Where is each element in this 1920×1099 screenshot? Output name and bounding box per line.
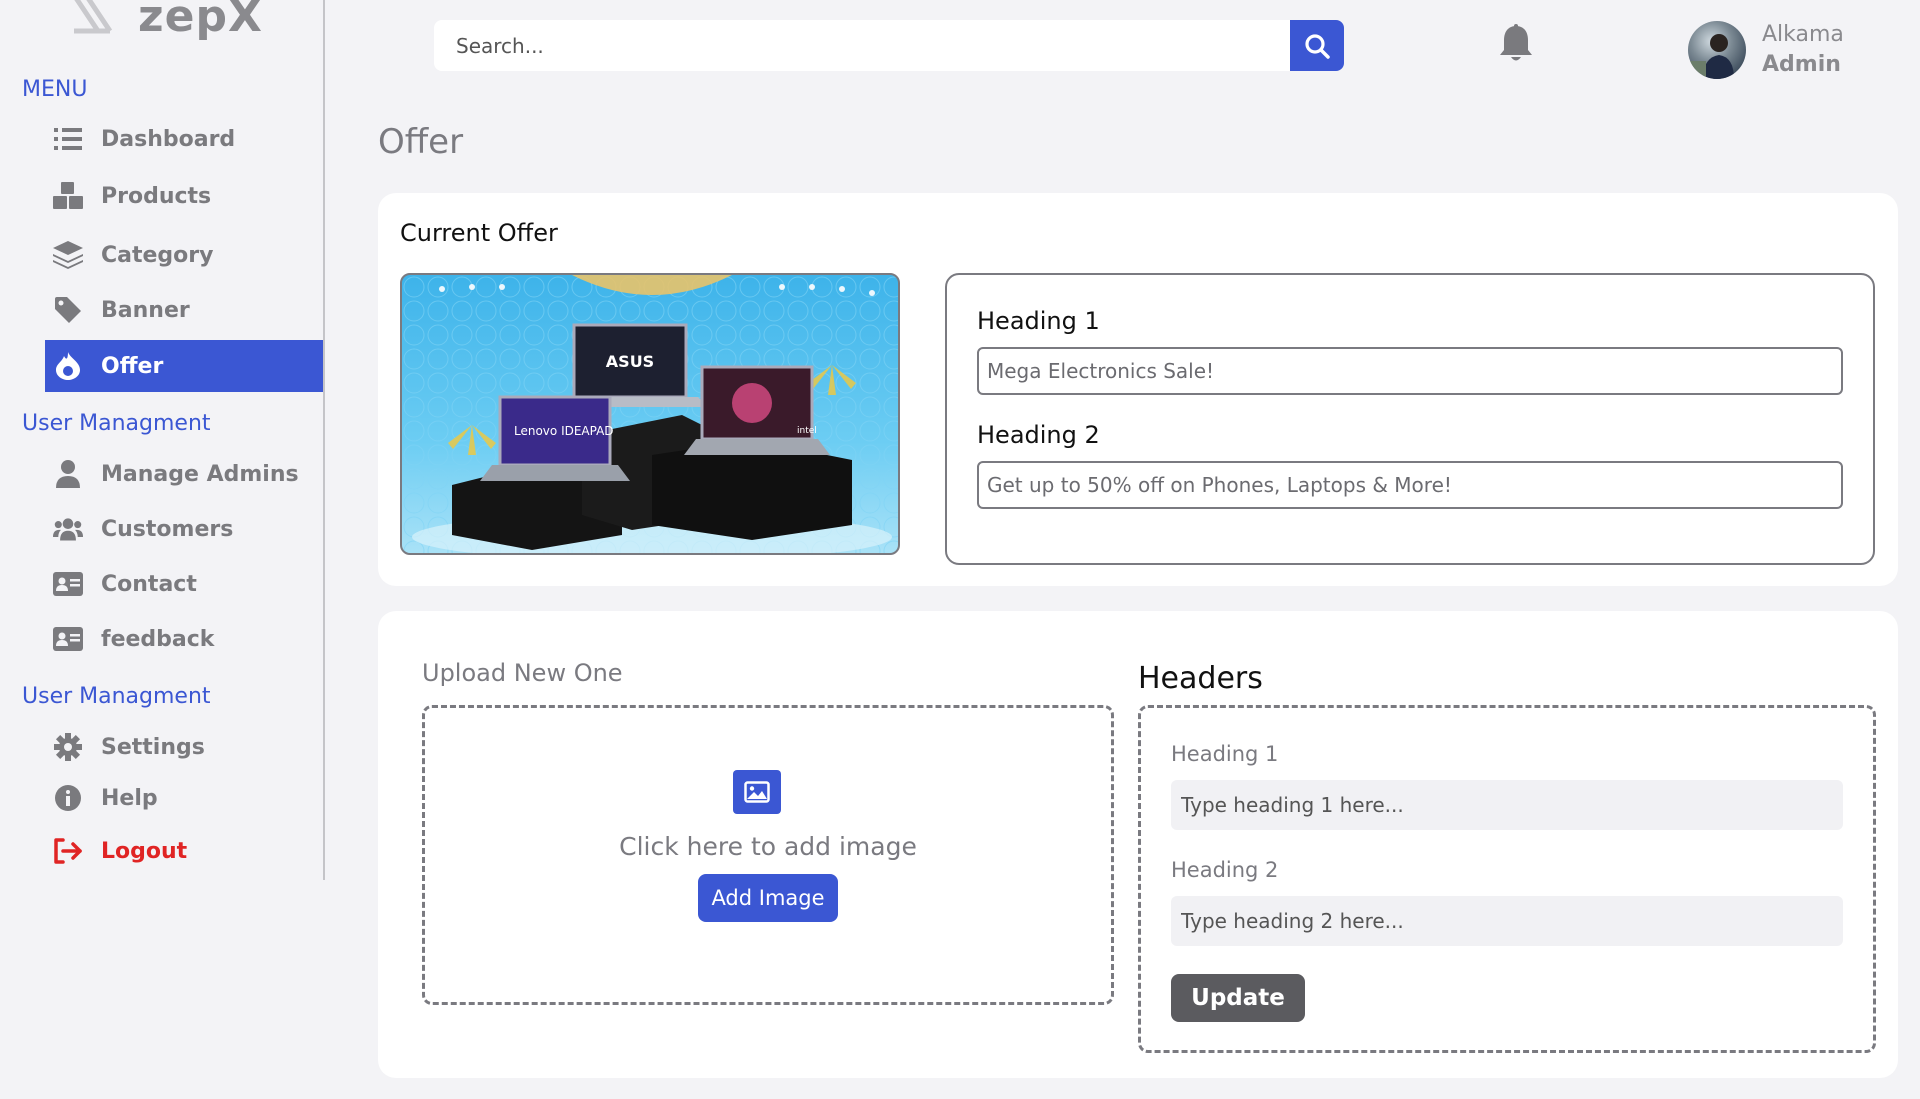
id-card-icon <box>53 624 83 654</box>
notification-bell-icon[interactable] <box>1498 24 1534 64</box>
logout-icon <box>53 836 83 866</box>
users-icon <box>53 514 83 544</box>
sidebar-item-label: Help <box>101 785 158 811</box>
sidebar-item-feedback[interactable]: feedback <box>45 613 323 665</box>
current-headings-box: Heading 1 Mega Electronics Sale! Heading… <box>945 273 1875 565</box>
boxes-icon <box>53 181 83 211</box>
user-icon <box>53 459 83 489</box>
sidebar-item-category[interactable]: Category <box>45 229 323 281</box>
info-icon <box>53 783 83 813</box>
current-heading2-field[interactable]: Get up to 50% off on Phones, Laptops & M… <box>977 461 1843 509</box>
upload-card: Upload New One Click here to add image A… <box>378 611 1898 1078</box>
sidebar-item-manage-admins[interactable]: Manage Admins <box>45 448 323 500</box>
list-icon <box>53 124 83 154</box>
current-heading2-label: Heading 2 <box>977 421 1100 449</box>
user-name: Alkama <box>1762 22 1844 47</box>
update-button[interactable]: Update <box>1171 974 1305 1022</box>
banner-brand-intel: intel <box>797 426 817 436</box>
offer-banner-image[interactable]: ASUS Lenovo IDEAPAD intel <box>400 273 900 555</box>
sidebar-item-label: Dashboard <box>101 126 236 152</box>
sidebar-item-products[interactable]: Products <box>45 170 323 222</box>
heading1-label: Heading 1 <box>1171 742 1279 766</box>
sidebar-item-help[interactable]: Help <box>45 772 323 824</box>
heading1-input[interactable] <box>1171 780 1843 830</box>
layers-icon <box>53 240 83 270</box>
heading2-input[interactable] <box>1171 896 1843 946</box>
current-heading1-field[interactable]: Mega Electronics Sale! <box>977 347 1843 395</box>
page-title: Offer <box>378 122 464 162</box>
sidebar-item-label: Products <box>101 183 212 209</box>
sidebar: zepX MENU Dashboard Products Category Ba… <box>0 0 325 880</box>
headers-form: Heading 1 Heading 2 Update <box>1138 705 1876 1053</box>
app-logo[interactable]: zepX <box>68 0 263 46</box>
dropzone-hint: Click here to add image <box>619 832 917 861</box>
search-button[interactable] <box>1290 20 1344 71</box>
current-offer-card: Current Offer ASUS Lenovo IDEAPAD intel … <box>378 193 1898 586</box>
heading2-label: Heading 2 <box>1171 858 1279 882</box>
sidebar-item-label: Logout <box>101 838 188 864</box>
sidebar-item-label: Manage Admins <box>101 461 299 487</box>
sidebar-item-banner[interactable]: Banner <box>45 284 323 336</box>
sidebar-item-settings[interactable]: Settings <box>45 721 323 773</box>
logo-text: zepX <box>138 0 263 42</box>
banner-brand-asus: ASUS <box>606 352 654 371</box>
sidebar-item-offer[interactable]: Offer <box>45 340 323 392</box>
current-offer-title: Current Offer <box>400 219 558 247</box>
user-role: Admin <box>1762 52 1841 77</box>
avatar[interactable] <box>1688 21 1746 79</box>
section-title-user-management-2: User Managment <box>22 684 211 709</box>
current-heading1-label: Heading 1 <box>977 307 1100 335</box>
sidebar-item-label: feedback <box>101 626 215 652</box>
sidebar-item-contact[interactable]: Contact <box>45 558 323 610</box>
image-icon <box>733 770 781 814</box>
sidebar-item-customers[interactable]: Customers <box>45 503 323 555</box>
sidebar-item-label: Customers <box>101 516 234 542</box>
sidebar-item-logout[interactable]: Logout <box>45 825 323 877</box>
banner-brand-lenovo: Lenovo IDEAPAD <box>514 424 614 438</box>
section-title-user-management: User Managment <box>22 411 211 436</box>
sidebar-item-label: Banner <box>101 297 190 323</box>
sidebar-item-label: Category <box>101 242 214 268</box>
section-title-menu: MENU <box>22 77 88 102</box>
tag-icon <box>53 295 83 325</box>
search-input[interactable] <box>434 20 1290 71</box>
image-dropzone[interactable]: Click here to add image Add Image <box>422 705 1114 1005</box>
logo-icon <box>74 0 113 34</box>
headers-title: Headers <box>1138 661 1263 696</box>
sidebar-item-dashboard[interactable]: Dashboard <box>45 113 323 165</box>
gear-icon <box>53 732 83 762</box>
sidebar-item-label: Offer <box>101 353 164 379</box>
id-card-icon <box>53 569 83 599</box>
upload-label: Upload New One <box>422 659 623 687</box>
add-image-button[interactable]: Add Image <box>698 874 838 922</box>
fire-icon <box>53 351 83 381</box>
search-bar <box>434 20 1344 71</box>
sidebar-item-label: Settings <box>101 734 205 760</box>
search-icon <box>1305 33 1330 59</box>
sidebar-item-label: Contact <box>101 571 197 597</box>
